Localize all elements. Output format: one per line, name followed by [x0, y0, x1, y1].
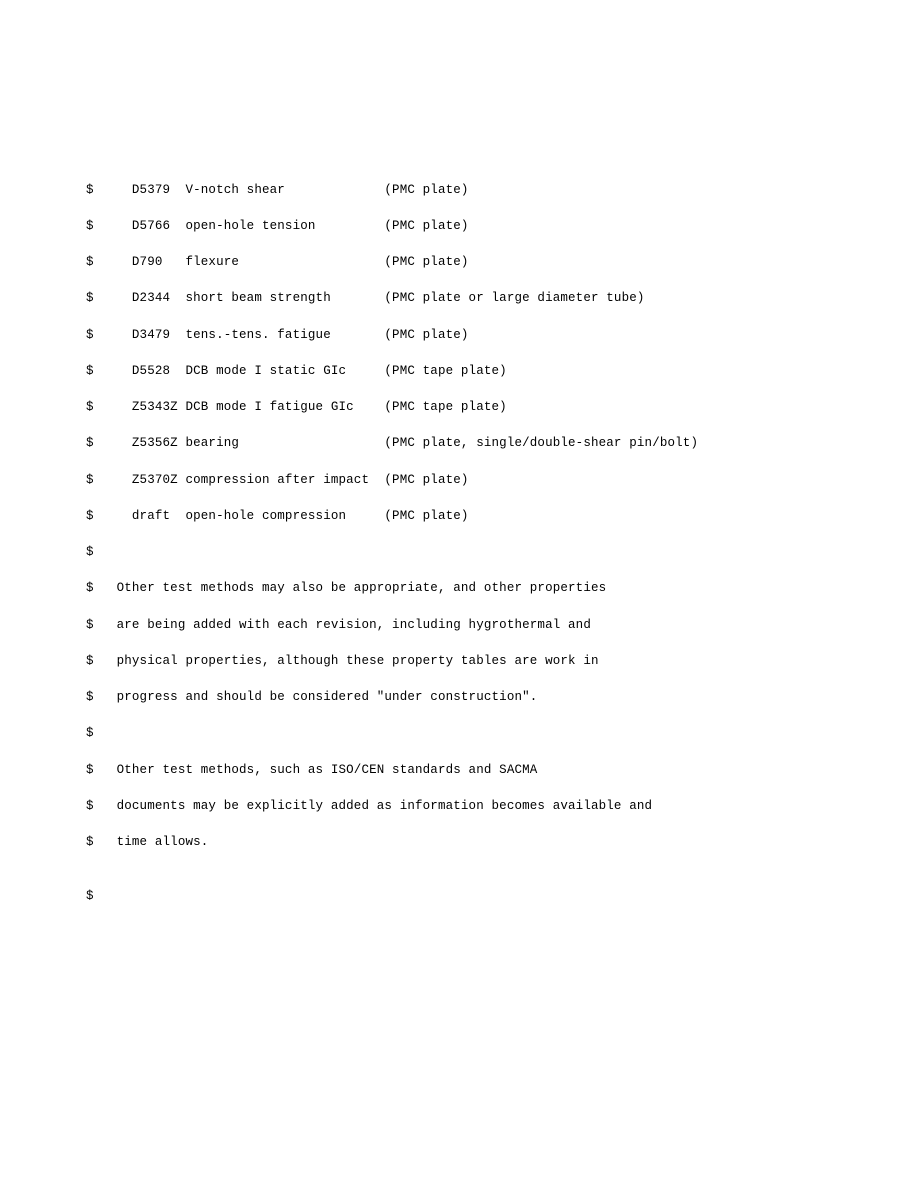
doc-line: $	[86, 724, 920, 742]
doc-line: $ D5379 V-notch shear (PMC plate)	[86, 181, 920, 199]
doc-line: $ D790 flexure (PMC plate)	[86, 253, 920, 271]
doc-line: $ draft open-hole compression (PMC plate…	[86, 507, 920, 525]
doc-line: $ D2344 short beam strength (PMC plate o…	[86, 289, 920, 307]
doc-line: $ are being added with each revision, in…	[86, 616, 920, 634]
doc-line: $ time allows.	[86, 833, 920, 851]
doc-line: $ Other test methods may also be appropr…	[86, 579, 920, 597]
doc-line: $	[86, 543, 920, 561]
doc-line: $ progress and should be considered "und…	[86, 688, 920, 706]
doc-line: $ D3479 tens.-tens. fatigue (PMC plate)	[86, 326, 920, 344]
doc-line: $ Z5370Z compression after impact (PMC p…	[86, 471, 920, 489]
doc-line: $ documents may be explicitly added as i…	[86, 797, 920, 815]
doc-line: $ Z5343Z DCB mode I fatigue GIc (PMC tap…	[86, 398, 920, 416]
doc-line: $ Z5356Z bearing (PMC plate, single/doub…	[86, 434, 920, 452]
doc-line: $ D5528 DCB mode I static GIc (PMC tape …	[86, 362, 920, 380]
doc-line: $ Other test methods, such as ISO/CEN st…	[86, 761, 920, 779]
doc-line: $	[86, 887, 920, 905]
doc-line: $ D5766 open-hole tension (PMC plate)	[86, 217, 920, 235]
doc-line: $ physical properties, although these pr…	[86, 652, 920, 670]
